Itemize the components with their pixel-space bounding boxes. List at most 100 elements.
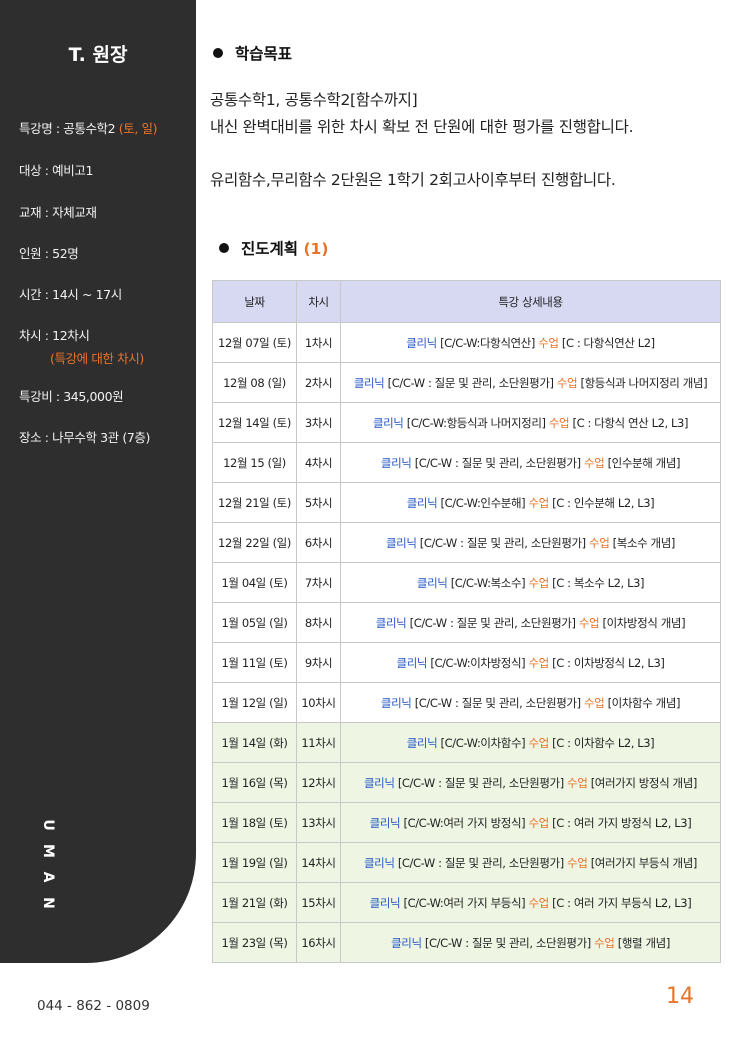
clinic-label: 클리닉 — [364, 855, 395, 870]
details-cell: 클리닉 [C/C-W : 질문 및 관리, 소단원평가] 수업 [여러가지 방정… — [340, 762, 721, 803]
clinic-detail: [C/C-W : 질문 및 관리, 소단원평가] — [424, 935, 591, 950]
sessions-info: 차시 : 12차시 (특강에 대한 차시) — [19, 325, 144, 367]
session-cell: 8차시 — [296, 602, 341, 643]
details-cell: 클리닉 [C/C-W : 질문 및 관리, 소단원평가] 수업 [이차함수 개념… — [340, 682, 721, 723]
clinic-label: 클리닉 — [391, 935, 422, 950]
column-header-details: 특강 상세내용 — [340, 280, 721, 323]
clinic-label: 클리닉 — [385, 535, 417, 550]
lesson-detail: [행렬 개념] — [617, 935, 671, 950]
course-name: 특강명 : 공통수학2 (토, 일) — [19, 121, 158, 136]
details-cell: 클리닉 [C/C-W : 질문 및 관리, 소단원평가] 수업 [항등식과 나머… — [340, 362, 721, 403]
clinic-detail: [C/C-W:이차방정식] — [430, 655, 526, 670]
goals-heading: 학습목표 — [213, 42, 292, 64]
clinic-detail: [C/C-W : 질문 및 관리, 소단원평가] — [397, 855, 564, 870]
table-row: 1월 18일 (토) 13차시 클리닉 [C/C-W:여러 가지 방정식] 수업 [… — [212, 802, 721, 843]
lesson-detail: [인수분해 개념] — [607, 455, 681, 470]
clinic-detail: [C/C-W : 질문 및 관리, 소단원평가] — [409, 615, 576, 630]
clinic-label: 클리닉 — [353, 375, 385, 390]
lesson-detail: [C : 여러 가지 부등식 L2, L3] — [552, 895, 692, 910]
clinic-label: 클리닉 — [375, 615, 407, 630]
teacher-title: T. 원장 — [68, 44, 128, 66]
clinic-label: 클리닉 — [380, 695, 412, 710]
date-cell: 12월 21일 (토) — [212, 482, 297, 523]
date-cell: 12월 22일 (일) — [212, 522, 297, 563]
time-info: 시간 : 14시 ~ 17시 — [19, 287, 122, 302]
lesson-label: 수업 — [538, 335, 559, 350]
session-cell: 15차시 — [296, 882, 341, 923]
clinic-label: 클리닉 — [380, 455, 412, 470]
table-row: 12월 15 (일) 4차시 클리닉 [C/C-W : 질문 및 관리, 소단원평가… — [212, 442, 721, 483]
table-row: 1월 23일 (목) 16차시 클리닉 [C/C-W : 질문 및 관리, 소단원평… — [212, 922, 721, 963]
clinic-detail: [C/C-W:다항식연산] — [440, 335, 535, 350]
date-cell: 1월 18일 (토) — [212, 802, 297, 843]
clinic-label: 클리닉 — [416, 575, 448, 590]
details-cell: 클리닉 [C/C-W:다항식연산] 수업 [C : 다항식연산 L2] — [340, 322, 721, 363]
clinic-label: 클리닉 — [406, 335, 437, 350]
details-cell: 클리닉 [C/C-W:여러 가지 부등식] 수업 [C : 여러 가지 부등식 … — [340, 882, 721, 923]
course-days: (토, 일) — [118, 121, 158, 136]
table-row: 1월 19일 (일) 14차시 클리닉 [C/C-W : 질문 및 관리, 소단원평… — [212, 842, 721, 883]
session-cell: 2차시 — [296, 362, 341, 403]
lesson-detail: [C : 여러 가지 방정식 L2, L3] — [552, 815, 692, 830]
clinic-label: 클리닉 — [396, 655, 428, 670]
session-cell: 14차시 — [296, 842, 341, 883]
clinic-label: 클리닉 — [406, 735, 438, 750]
lesson-label: 수업 — [528, 815, 549, 830]
table-row: 12월 14일 (토) 3차시 클리닉 [C/C-W:항등식과 나머지정리] 수업 … — [212, 402, 721, 443]
textbook-info: 교재 : 자체교재 — [19, 205, 97, 220]
target-info: 대상 : 예비고1 — [19, 163, 94, 178]
details-cell: 클리닉 [C/C-W : 질문 및 관리, 소단원평가] 수업 [인수분해 개념… — [340, 442, 721, 483]
lesson-label: 수업 — [528, 495, 550, 510]
date-cell: 1월 14일 (화) — [212, 722, 297, 763]
lesson-label: 수업 — [528, 655, 550, 670]
details-cell: 클리닉 [C/C-W:항등식과 나머지정리] 수업 [C : 다항식 연산 L2… — [340, 402, 721, 443]
lesson-label: 수업 — [567, 855, 588, 870]
schedule-table: 날짜 차시 특강 상세내용 12월 07일 (토) 1차시 클리닉 [C/C-W:다… — [212, 280, 721, 963]
table-row: 12월 08 (일) 2차시 클리닉 [C/C-W : 질문 및 관리, 소단원평가… — [212, 362, 721, 403]
session-cell: 11차시 — [296, 722, 341, 763]
column-header-session: 차시 — [296, 280, 341, 323]
table-header-row: 날짜 차시 특강 상세내용 — [212, 280, 721, 323]
bullet-icon — [219, 243, 229, 253]
session-cell: 12차시 — [296, 762, 341, 803]
sidebar-panel: T. 원장 특강명 : 공통수학2 (토, 일) 대상 : 예비고1 교재 : … — [0, 0, 196, 963]
clinic-label: 클리닉 — [372, 415, 404, 430]
lesson-detail: [C : 인수분해 L2, L3] — [552, 495, 655, 510]
table-row: 12월 07일 (토) 1차시 클리닉 [C/C-W:다항식연산] 수업 [C : … — [212, 322, 721, 363]
clinic-detail: [C/C-W : 질문 및 관리, 소단원평가] — [387, 375, 554, 390]
column-header-date: 날짜 — [212, 280, 297, 323]
lesson-label: 수업 — [589, 535, 610, 550]
phone-number: 044 - 862 - 0809 — [37, 998, 150, 1014]
location-info: 장소 : 나무수학 3관 (7층) — [19, 430, 150, 445]
plan-heading-count: (1) — [303, 240, 329, 258]
sessions-note: (특강에 대한 차시) — [50, 351, 144, 366]
lesson-detail: [이차방정식 개념] — [602, 615, 686, 630]
details-cell: 클리닉 [C/C-W:복소수] 수업 [C : 복소수 L2, L3] — [340, 562, 721, 603]
clinic-detail: [C/C-W : 질문 및 관리, 소단원평가] — [414, 695, 581, 710]
date-cell: 1월 04일 (토) — [212, 562, 297, 603]
lesson-label: 수업 — [556, 375, 578, 390]
date-cell: 1월 05일 (일) — [212, 602, 297, 643]
bullet-icon — [213, 48, 223, 58]
clinic-label: 클리닉 — [364, 775, 395, 790]
lesson-label: 수업 — [583, 455, 605, 470]
clinic-detail: [C/C-W:인수분해] — [440, 495, 526, 510]
details-cell: 클리닉 [C/C-W : 질문 및 관리, 소단원평가] 수업 [여러가지 부등… — [340, 842, 721, 883]
lesson-detail: [C : 다항식연산 L2] — [561, 335, 655, 350]
session-cell: 10차시 — [296, 682, 341, 723]
clinic-detail: [C/C-W:여러 가지 방정식] — [403, 815, 526, 830]
goals-line-1: 공통수학1, 공통수학2[함수까지] — [210, 91, 418, 109]
lesson-detail: [C : 복소수 L2, L3] — [552, 575, 645, 590]
table-row: 1월 12일 (일) 10차시 클리닉 [C/C-W : 질문 및 관리, 소단원평… — [212, 682, 721, 723]
clinic-detail: [C/C-W:복소수] — [450, 575, 526, 590]
table-row: 1월 04일 (토) 7차시 클리닉 [C/C-W:복소수] 수업 [C : 복소수… — [212, 562, 721, 603]
lesson-detail: [C : 다항식 연산 L2, L3] — [572, 415, 689, 430]
clinic-label: 클리닉 — [369, 895, 401, 910]
date-cell: 12월 14일 (토) — [212, 402, 297, 443]
plan-heading: 진도계획 (1) — [219, 237, 328, 259]
table-row: 1월 21일 (화) 15차시 클리닉 [C/C-W:여러 가지 부등식] 수업 [… — [212, 882, 721, 923]
date-cell: 12월 15 (일) — [212, 442, 297, 483]
details-cell: 클리닉 [C/C-W : 질문 및 관리, 소단원평가] 수업 [이차방정식 개… — [340, 602, 721, 643]
fee-info: 특강비 : 345,000원 — [19, 389, 124, 404]
clinic-detail: [C/C-W:여러 가지 부등식] — [403, 895, 526, 910]
